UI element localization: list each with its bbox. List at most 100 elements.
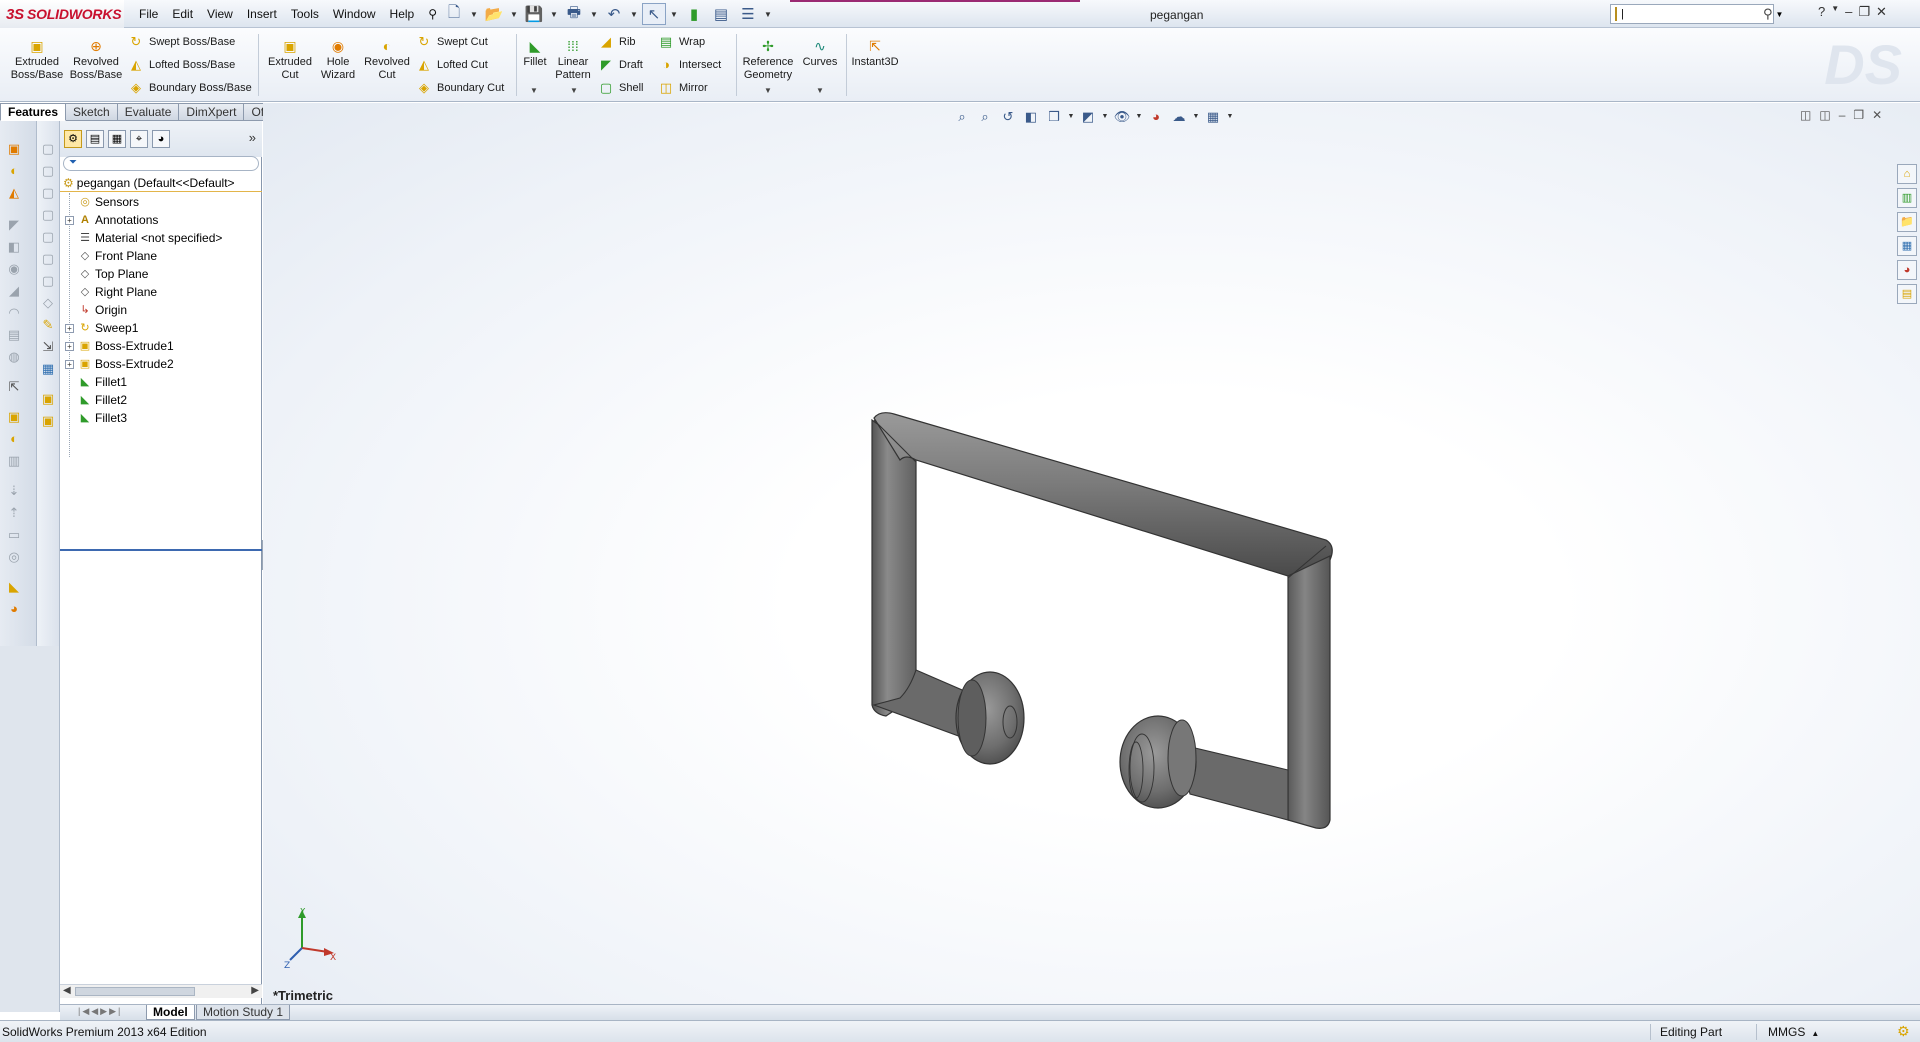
menu-help[interactable]: Help: [383, 7, 422, 21]
viewport-restore-icon[interactable]: ❐: [1853, 108, 1864, 122]
fillet-tool-icon[interactable]: ◣: [6, 579, 22, 595]
wrap-tool-icon[interactable]: ▤: [6, 327, 22, 343]
view-orientation-icon[interactable]: ❒: [1044, 108, 1064, 126]
close-icon[interactable]: ✕: [1876, 4, 1887, 20]
pattern-dropdown-icon[interactable]: ▼: [570, 86, 578, 95]
select-cursor-icon[interactable]: ↖: [642, 3, 666, 25]
rebuild-traffic-light-icon[interactable]: ▮: [682, 3, 706, 25]
tab-model[interactable]: Model: [146, 1005, 195, 1020]
restore-icon[interactable]: ❐: [1858, 4, 1870, 20]
search-input[interactable]: [1621, 8, 1763, 20]
smart-dimension-icon[interactable]: ⇲: [40, 339, 56, 355]
boundary-cut-button[interactable]: ◈ Boundary Cut: [416, 78, 504, 98]
tree-item-annotations[interactable]: + A Annotations: [60, 211, 262, 229]
open-dropdown-icon[interactable]: ▼: [509, 3, 519, 25]
mirror-button[interactable]: ◫ Mirror: [658, 78, 708, 98]
configuration-manager-tab-icon[interactable]: ▦: [108, 130, 126, 148]
fillet-dropdown-icon[interactable]: ▼: [530, 86, 538, 95]
section-view-icon[interactable]: ◧: [1021, 108, 1041, 126]
tree-root-part[interactable]: ⚙ pegangan (Default<<Default>: [60, 174, 262, 192]
options-icon[interactable]: ☰: [736, 3, 760, 25]
menu-edit[interactable]: Edit: [165, 7, 200, 21]
scroll-left-icon[interactable]: ◀: [63, 985, 71, 996]
tile-vertical-icon[interactable]: ◫: [1819, 108, 1830, 122]
shell-button[interactable]: ▢ Shell: [598, 78, 644, 98]
hole-wizard-button[interactable]: ◉ Hole Wizard: [316, 38, 360, 82]
instant3d-button[interactable]: ⇱ Instant3D: [848, 38, 902, 69]
tree-item-boss-extrude2[interactable]: + ▣ Boss-Extrude2: [60, 355, 262, 373]
extruded-boss-button[interactable]: ▣ Extruded Boss/Base: [8, 38, 66, 82]
part-model-handle[interactable]: [860, 400, 1340, 840]
revolve-tool-icon[interactable]: ◐: [6, 163, 22, 179]
dimxpert-manager-tab-icon[interactable]: ⌖: [130, 130, 148, 148]
swept-cut-button[interactable]: ↻ Swept Cut: [416, 32, 488, 52]
hide-show-items-icon[interactable]: 👁: [1112, 108, 1132, 126]
expand-icon[interactable]: +: [65, 215, 74, 225]
display-style-icon[interactable]: ◩: [1078, 108, 1098, 126]
chamfer-tool-icon[interactable]: ◕: [6, 601, 22, 617]
revolved-cut-button[interactable]: ◐ Revolved Cut: [360, 38, 414, 82]
feature-tool-icon[interactable]: ▣: [40, 391, 56, 407]
menu-window[interactable]: Window: [326, 7, 383, 21]
rebuild-status-icon[interactable]: ⚙: [1897, 1023, 1910, 1040]
custom-properties-icon[interactable]: ▤: [1897, 284, 1917, 304]
display-manager-tab-icon[interactable]: ◕: [152, 130, 170, 148]
curves-dropdown-icon[interactable]: ▼: [816, 86, 824, 95]
viewport-close-icon[interactable]: ✕: [1872, 108, 1882, 122]
move-face-tool-icon[interactable]: ⇣: [6, 483, 22, 499]
design-library-icon[interactable]: ▥: [1897, 188, 1917, 208]
options-dropdown-icon[interactable]: ▼: [763, 3, 773, 25]
zoom-to-area-icon[interactable]: ⌕: [975, 108, 995, 126]
boundary-boss-button[interactable]: ◈ Boundary Boss/Base: [128, 78, 252, 98]
rollback-bar[interactable]: [60, 549, 262, 551]
view-palette-icon[interactable]: ▦: [1897, 236, 1917, 256]
zoom-to-fit-icon[interactable]: ⌕: [952, 108, 972, 126]
help-dropdown-icon[interactable]: ▼: [1831, 4, 1839, 20]
offset-tool-icon[interactable]: ⇡: [6, 505, 22, 521]
hide-show-dropdown-icon[interactable]: ▼: [1135, 108, 1143, 126]
property-manager-tab-icon[interactable]: ▤: [86, 130, 104, 148]
tree-item-origin[interactable]: ↳ Origin: [60, 301, 262, 319]
feature-tree-tab-icon[interactable]: ⚙: [64, 130, 82, 148]
tree-item-front-plane[interactable]: ◇ Front Plane: [60, 247, 262, 265]
save-icon[interactable]: 💾: [522, 3, 546, 25]
save-dropdown-icon[interactable]: ▼: [549, 3, 559, 25]
new-document-icon[interactable]: 🗋: [442, 3, 466, 25]
linear-pattern-button[interactable]: ⁞⁞⁞ Linear Pattern: [552, 38, 594, 82]
display-tool-icon[interactable]: ▦: [40, 361, 56, 377]
search-dropdown-icon[interactable]: ▼: [1776, 10, 1784, 19]
undo-dropdown-icon[interactable]: ▼: [629, 3, 639, 25]
extruded-cut-tool-icon[interactable]: ▣: [6, 409, 22, 425]
tab-sketch[interactable]: Sketch: [66, 103, 118, 121]
view-tool-icon[interactable]: ▢: [40, 185, 56, 201]
viewport-minimize-icon[interactable]: –: [1839, 108, 1846, 122]
apply-scene-icon[interactable]: ☁: [1169, 108, 1189, 126]
solidworks-logo[interactable]: 3S SOLIDWORKS: [0, 0, 124, 28]
tree-item-material[interactable]: ☰ Material <not specified>: [60, 229, 262, 247]
view-tool-icon[interactable]: ▢: [40, 163, 56, 179]
split-tool-icon[interactable]: ▥: [6, 453, 22, 469]
view-tool-icon[interactable]: ▢: [40, 273, 56, 289]
tree-item-fillet3[interactable]: ◣ Fillet3: [60, 409, 262, 427]
extruded-cut-button[interactable]: ▣ Extruded Cut: [262, 38, 318, 82]
tab-navigation-arrows-icon[interactable]: |◀◀▶▶|: [78, 1006, 122, 1017]
swept-boss-button[interactable]: ↻ Swept Boss/Base: [128, 32, 236, 52]
new-dropdown-icon[interactable]: ▼: [469, 3, 479, 25]
scale-tool-icon[interactable]: ◎: [6, 549, 22, 565]
appearances-icon[interactable]: ◕: [1897, 260, 1917, 280]
menu-insert[interactable]: Insert: [240, 7, 284, 21]
tree-item-sweep1[interactable]: + ↻ Sweep1: [60, 319, 262, 337]
search-scope-icon[interactable]: [1615, 7, 1617, 21]
feature-tool-icon[interactable]: ▣: [40, 413, 56, 429]
scrollbar-thumb[interactable]: [75, 987, 195, 996]
previous-view-icon[interactable]: ↺: [998, 108, 1018, 126]
draft-tool-icon[interactable]: ◤: [6, 217, 22, 233]
sketch-tool-icon[interactable]: ✎: [40, 317, 56, 333]
tab-evaluate[interactable]: Evaluate: [117, 103, 180, 121]
wrap-button[interactable]: ▤ Wrap: [658, 32, 705, 52]
tree-item-boss-extrude1[interactable]: + ▣ Boss-Extrude1: [60, 337, 262, 355]
menu-file[interactable]: File: [132, 7, 165, 21]
file-properties-icon[interactable]: ▤: [709, 3, 733, 25]
tree-item-fillet1[interactable]: ◣ Fillet1: [60, 373, 262, 391]
view-tool-icon[interactable]: ▢: [40, 141, 56, 157]
